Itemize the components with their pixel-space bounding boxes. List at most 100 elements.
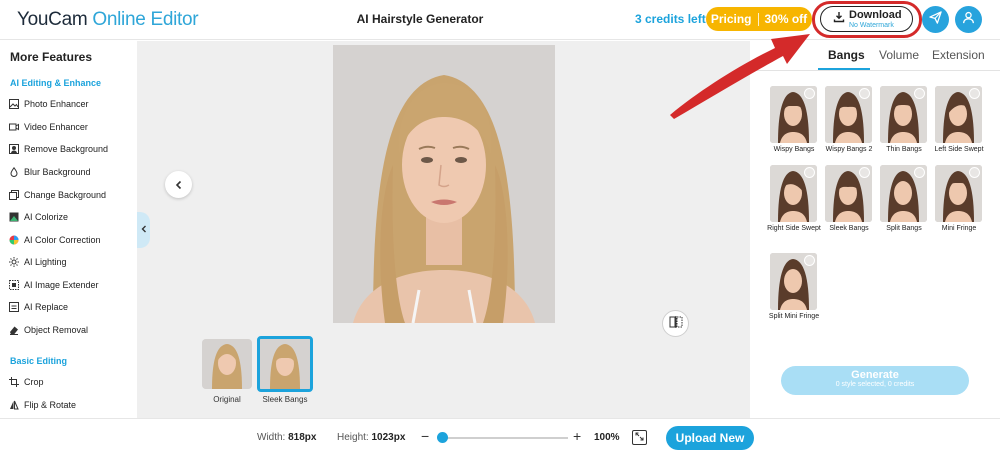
style-option-mini-fringe[interactable]: Mini Fringe <box>935 165 983 234</box>
select-radio[interactable] <box>859 88 870 99</box>
style-label: Split Bangs <box>886 225 922 232</box>
sidebar-item-ai-colorize[interactable]: AI Colorize <box>8 209 68 225</box>
select-radio[interactable] <box>804 88 815 99</box>
select-radio[interactable] <box>969 167 980 178</box>
style-option-wispy-bangs[interactable]: Wispy Bangs <box>770 86 818 155</box>
width-label: Width: <box>257 432 286 443</box>
sidebar-item-object-removal[interactable]: Object Removal <box>8 322 88 338</box>
select-radio[interactable] <box>804 255 815 266</box>
sidebar-collapse-toggle[interactable] <box>137 212 150 248</box>
bottom-toolbar: Width: 818px Height: 1023px − + 100% Upl… <box>0 418 1000 454</box>
style-thumbnail <box>825 86 872 143</box>
sidebar-item-label: Change Background <box>24 190 107 200</box>
style-thumbnail <box>770 86 817 143</box>
sidebar-item-ai-image-extender[interactable]: AI Image Extender <box>8 277 99 293</box>
style-thumbnail <box>880 86 927 143</box>
sidebar-item-crop[interactable]: Crop <box>8 374 44 390</box>
fit-screen-button[interactable] <box>632 430 647 445</box>
cutout-icon <box>8 144 19 155</box>
sidebar-item-change-background[interactable]: Change Background <box>8 187 106 203</box>
sidebar-item-video-enhancer[interactable]: Video Enhancer <box>8 119 88 135</box>
zoom-slider-handle[interactable] <box>437 432 448 443</box>
tab-divider <box>750 70 1000 71</box>
tab-bangs[interactable]: Bangs <box>828 48 865 62</box>
select-radio[interactable] <box>914 88 925 99</box>
sun-icon <box>8 257 19 268</box>
sidebar-title: More Features <box>10 50 93 64</box>
style-option-split-mini-fringe[interactable]: Split Mini Fringe <box>769 253 819 322</box>
account-button[interactable] <box>955 6 982 33</box>
select-radio[interactable] <box>914 167 925 178</box>
style-thumbnail <box>770 165 817 222</box>
thumbnail-original[interactable] <box>202 339 252 389</box>
pricing-button[interactable]: Pricing 30% off <box>706 7 812 31</box>
zoom-in-button[interactable]: + <box>573 428 581 444</box>
sidebar-item-label: AI Replace <box>24 302 69 312</box>
send-button[interactable] <box>922 6 949 33</box>
portrait-illustration <box>333 45 555 323</box>
expand-arrows-icon <box>635 432 644 443</box>
chevron-left-icon <box>140 224 148 236</box>
annotation-highlight-circle <box>812 1 922 38</box>
generate-sublabel: 0 style selected, 0 credits <box>835 381 915 388</box>
image-height: Height: 1023px <box>337 432 405 443</box>
style-label: Right Side Swept <box>767 225 821 232</box>
generate-button[interactable]: Generate 0 style selected, 0 credits <box>781 366 969 395</box>
style-option-sleek-bangs[interactable]: Sleek Bangs <box>825 165 873 234</box>
image-width: Width: 818px <box>257 432 316 443</box>
style-option-wispy-bangs-2[interactable]: Wispy Bangs 2 <box>825 86 873 155</box>
select-radio[interactable] <box>804 167 815 178</box>
sidebar-item-remove-background[interactable]: Remove Background <box>8 141 108 157</box>
image-icon <box>8 99 19 110</box>
style-panel: Bangs Volume Extension Wispy Bangs Wispy… <box>750 41 1000 418</box>
select-radio[interactable] <box>859 167 870 178</box>
compare-icon <box>669 315 683 333</box>
upload-new-button[interactable]: Upload New <box>666 426 754 450</box>
zoom-out-button[interactable]: − <box>421 428 429 444</box>
sidebar-section-basic-editing: Basic Editing <box>10 356 68 366</box>
chevron-left-icon <box>174 177 184 193</box>
tab-extension[interactable]: Extension <box>932 48 985 62</box>
tab-volume[interactable]: Volume <box>879 48 919 62</box>
style-thumbnail <box>880 165 927 222</box>
flip-icon <box>8 400 19 411</box>
zoom-slider-track[interactable] <box>440 437 568 439</box>
style-thumbnail <box>935 86 982 143</box>
select-radio[interactable] <box>969 88 980 99</box>
style-option-left-side-swept[interactable]: Left Side Swept <box>934 86 984 155</box>
compare-button[interactable] <box>662 310 689 337</box>
sidebar-item-blur-background[interactable]: Blur Background <box>8 164 91 180</box>
sidebar-item-label: Crop <box>24 377 44 387</box>
thumbnail-label: Original <box>213 395 241 404</box>
style-label: Mini Fringe <box>941 225 977 232</box>
replace-icon <box>8 302 19 313</box>
style-option-right-side-swept[interactable]: Right Side Swept <box>767 165 821 234</box>
sidebar-item-flip-rotate[interactable]: Flip & Rotate <box>8 397 76 413</box>
sidebar-item-ai-replace[interactable]: AI Replace <box>8 299 68 315</box>
thumbnail-label: Sleek Bangs <box>262 395 308 404</box>
user-icon <box>962 11 975 29</box>
top-header: YouCam Online Editor AI Hairstyle Generat… <box>0 0 1000 40</box>
width-value: 818px <box>288 432 317 443</box>
color-wheel-icon <box>8 235 19 246</box>
style-option-split-bangs[interactable]: Split Bangs <box>880 165 928 234</box>
sidebar-item-label: AI Image Extender <box>24 280 99 290</box>
sidebar-item-label: Object Removal <box>24 325 89 335</box>
thumbnail-sleek-bangs[interactable] <box>257 336 313 392</box>
sidebar-item-photo-enhancer[interactable]: Photo Enhancer <box>8 96 89 112</box>
paper-plane-icon <box>929 10 942 29</box>
style-label: Sleek Bangs <box>829 225 869 232</box>
features-sidebar: More Features AI Editing & Enhance Photo… <box>0 41 137 418</box>
sidebar-item-label: Video Enhancer <box>24 122 88 132</box>
style-label: Left Side Swept <box>934 146 984 153</box>
height-value: 1023px <box>371 432 406 443</box>
style-option-thin-bangs[interactable]: Thin Bangs <box>880 86 928 155</box>
style-thumbnail <box>770 253 817 310</box>
sidebar-section-ai-editing: AI Editing & Enhance <box>10 78 102 88</box>
sidebar-item-ai-color-correction[interactable]: AI Color Correction <box>8 232 101 248</box>
sidebar-item-ai-lighting[interactable]: AI Lighting <box>8 254 67 270</box>
previous-button[interactable] <box>165 171 192 198</box>
sidebar-item-label: Flip & Rotate <box>24 400 77 410</box>
pricing-discount: 30% off <box>764 12 808 26</box>
credits-indicator[interactable]: 3 credits left <box>635 12 706 26</box>
